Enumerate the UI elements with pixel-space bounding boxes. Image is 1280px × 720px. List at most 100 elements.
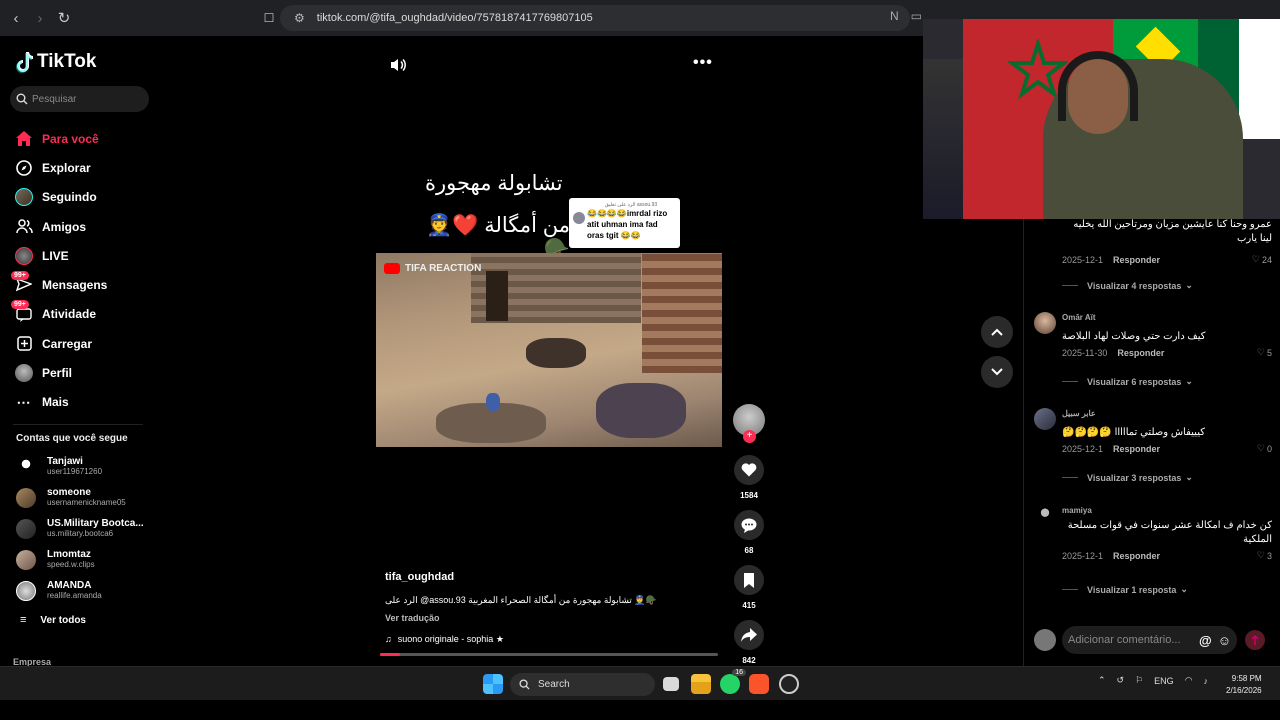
previous-video-button[interactable] — [981, 316, 1013, 348]
obs-icon[interactable] — [779, 674, 799, 694]
microphone-icon[interactable]: ⚐ — [1135, 675, 1143, 686]
search-input[interactable]: Pesquisar — [10, 86, 149, 112]
video-player[interactable]: TIFA REACTION — [376, 253, 722, 447]
comment-date: 2025-12-1 — [1062, 443, 1104, 454]
reload-icon[interactable]: ↻ — [54, 8, 74, 28]
menu-item-explorar[interactable]: Explorar — [15, 153, 107, 182]
wifi-icon[interactable]: ◠ — [1185, 675, 1193, 686]
post-comment-button[interactable] — [1245, 630, 1265, 650]
view-replies-button[interactable]: Visualizar 6 respostas ⌄ — [1062, 376, 1193, 387]
no-translate-icon[interactable]: N — [890, 9, 899, 23]
comment-like-button[interactable]: ♡ 24 — [1252, 254, 1272, 265]
reply-button[interactable]: Responder — [1113, 444, 1160, 454]
view-replies-label: Visualizar 3 respostas — [1087, 472, 1182, 483]
tiktok-logo[interactable]: TikTok — [16, 51, 96, 73]
menu-item-atividade[interactable]: 99+ Atividade — [11, 300, 107, 329]
comment-button[interactable] — [734, 510, 764, 540]
comment-username[interactable]: mamiya — [1062, 505, 1272, 519]
like-count: 1584 — [740, 491, 758, 500]
followed-account[interactable]: someone usernamenickname05 — [16, 487, 126, 508]
speaker-icon[interactable]: ♪ — [1204, 676, 1209, 686]
video-stage: ••• تشابولة مهجورة من أمگالة ❤️👮🪖 الرد ع… — [160, 36, 1023, 666]
menu-label: Explorar — [42, 160, 91, 175]
menu-item-mais[interactable]: ⋯ Mais — [15, 388, 107, 417]
reply-button[interactable]: Responder — [1113, 255, 1160, 265]
cast-icon[interactable]: ▭ — [911, 9, 922, 23]
comment-footer: 2025-12-1 Responder ♡ 24 — [1062, 254, 1272, 265]
save-button[interactable] — [734, 565, 764, 595]
brave-browser-icon[interactable] — [749, 674, 769, 694]
creator-avatar[interactable]: + — [733, 404, 765, 443]
comment-username[interactable]: Omār Aït — [1062, 312, 1272, 326]
whatsapp-icon[interactable]: 16 — [720, 669, 746, 694]
replies-line — [1062, 477, 1078, 478]
menu-item-amigos[interactable]: Amigos — [15, 212, 107, 241]
menu-item-mensagens[interactable]: 99+ Mensagens — [11, 270, 107, 299]
followed-account[interactable]: Lmomtaz speed.w.clips — [16, 549, 95, 570]
reply-button[interactable]: Responder — [1113, 551, 1160, 561]
like-button[interactable] — [734, 455, 764, 485]
share-button[interactable] — [734, 620, 764, 650]
see-all-button[interactable]: ≡ Ver todos — [20, 614, 86, 626]
followed-account[interactable]: AMANDA reallife.amanda — [16, 580, 102, 601]
video-progress-bar[interactable] — [380, 653, 718, 656]
bottom-strip — [0, 700, 1280, 720]
chevron-down-icon: ⌄ — [1185, 280, 1193, 290]
comment-body: عمرو وحنا كنا عايشين مزيان ومرتاحين الله… — [1062, 218, 1272, 265]
followed-account[interactable]: US.Military Bootca... us.military.bootca6 — [16, 518, 144, 539]
taskbar-search[interactable]: Search — [510, 673, 655, 696]
task-view-icon[interactable] — [663, 677, 679, 691]
see-translation-link[interactable]: Ver tradução — [385, 613, 440, 623]
account-avatar — [16, 580, 36, 601]
account-handle: reallife.amanda — [47, 591, 102, 600]
file-explorer-icon[interactable] — [691, 674, 711, 694]
view-replies-button[interactable]: Visualizar 4 respostas ⌄ — [1062, 280, 1193, 291]
commenter-avatar[interactable] — [1034, 408, 1056, 430]
view-replies-button[interactable]: Visualizar 3 respostas ⌄ — [1062, 472, 1193, 483]
more-options-icon[interactable]: ••• — [693, 54, 713, 72]
compass-icon — [15, 159, 33, 177]
followed-account[interactable]: Tanjawi user119671260 — [16, 456, 102, 477]
video-scene — [596, 383, 686, 438]
back-icon[interactable]: ‹ — [6, 8, 26, 28]
account-handle: speed.w.clips — [47, 560, 95, 569]
commenter-avatar[interactable] — [1034, 312, 1056, 334]
clock[interactable]: 9:58 PM 2/16/2026 — [1226, 673, 1262, 697]
emoji-icon[interactable]: ☺ — [1218, 633, 1231, 648]
next-video-button[interactable] — [981, 356, 1013, 388]
menu-item-carregar[interactable]: Carregar — [15, 329, 107, 358]
bookmark-icon[interactable]: ☐ — [259, 8, 279, 28]
tray-chevron-up-icon[interactable]: ⌃ — [1098, 675, 1106, 686]
replies-line — [1062, 589, 1078, 590]
comment-like-button[interactable]: ♡ 3 — [1257, 550, 1272, 561]
share-icon — [741, 628, 757, 642]
language-indicator[interactable]: ENG — [1154, 676, 1174, 686]
see-all-label: Ver todos — [40, 614, 86, 626]
friends-icon — [15, 218, 33, 236]
site-info-icon[interactable]: ⚙ — [294, 11, 305, 25]
mention-icon[interactable]: @ — [1199, 633, 1212, 648]
comment-username[interactable]: عابر سبيل — [1062, 408, 1272, 422]
comment-like-button[interactable]: ♡ 5 — [1257, 347, 1272, 358]
view-replies-button[interactable]: Visualizar 1 resposta ⌄ — [1062, 584, 1188, 595]
volume-icon[interactable] — [390, 58, 406, 77]
menu-item-perfil[interactable]: Perfil — [15, 358, 107, 387]
windows-start-icon[interactable] — [483, 674, 503, 694]
menu-item-seguindo[interactable]: Seguindo — [15, 183, 107, 212]
account-avatar — [16, 549, 36, 570]
author-username[interactable]: tifa_oughdad — [385, 571, 454, 583]
reply-comment-bubble: الرد على تعليق assou.93 😂😂😂😂imrdal rizo … — [569, 198, 680, 248]
menu-item-para-voce[interactable]: Para você — [15, 124, 107, 153]
comment-like-button[interactable]: ♡ 0 — [1257, 443, 1272, 454]
address-bar[interactable]: ⚙ tiktok.com/@tifa_oughdad/video/7578187… — [280, 5, 910, 31]
follow-plus-icon[interactable]: + — [743, 430, 756, 443]
commenter-avatar[interactable] — [1034, 505, 1056, 527]
menu-item-live[interactable]: LIVE — [15, 241, 107, 270]
music-link[interactable]: ♫ suono originale - sophia ★ — [385, 634, 504, 645]
forward-icon[interactable]: › — [30, 8, 50, 28]
reply-button[interactable]: Responder — [1117, 348, 1164, 358]
comment-input[interactable]: Adicionar comentário... @ ☺ — [1062, 626, 1237, 654]
menu-label: Perfil — [42, 366, 73, 381]
network-sync-icon[interactable]: ↺ — [1117, 675, 1125, 686]
extension-icons: N ▭ — [890, 9, 922, 23]
